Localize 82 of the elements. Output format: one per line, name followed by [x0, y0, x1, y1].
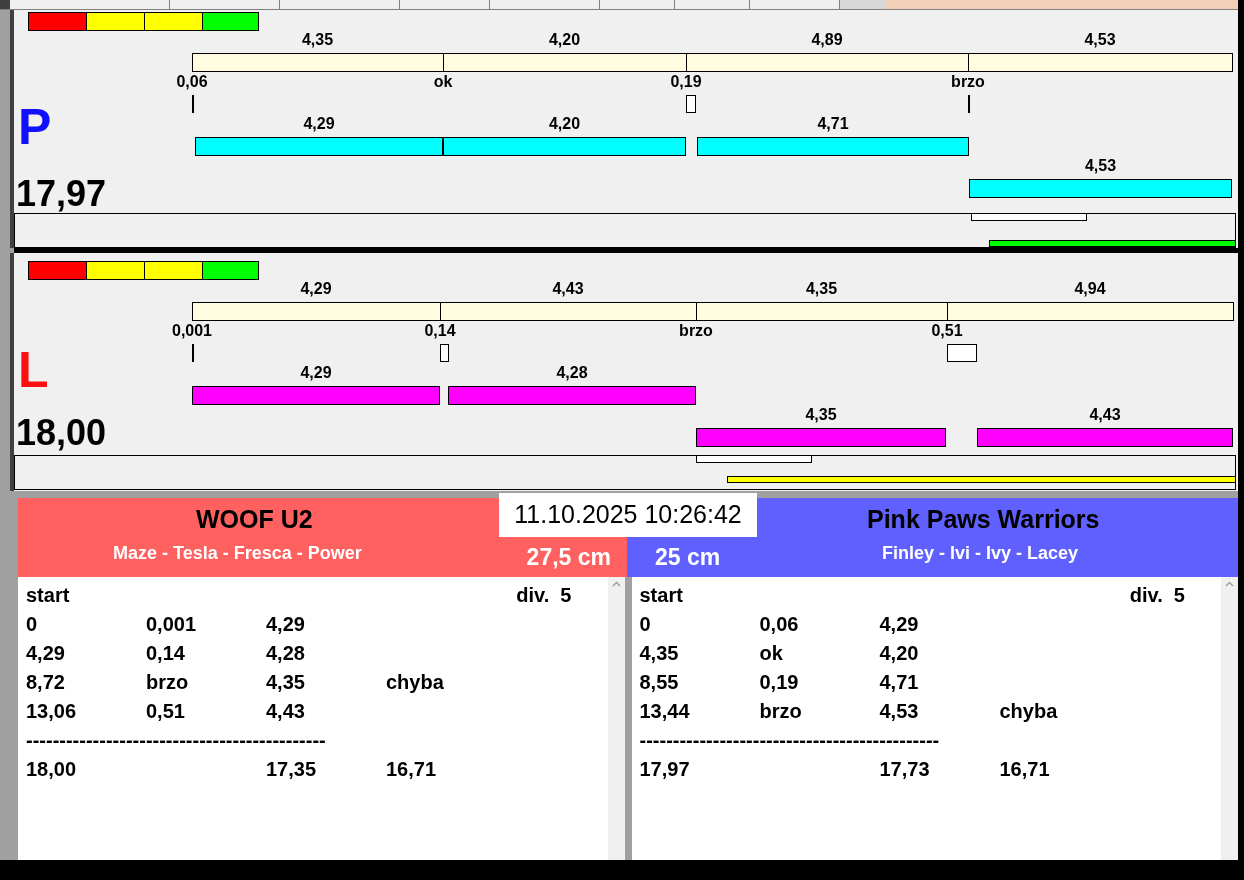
result-cell: 17,97 — [639, 758, 690, 780]
scroll-up-icon[interactable] — [1225, 581, 1234, 587]
segment-mark: 0,19 — [670, 74, 702, 90]
run-time: 4,71 — [817, 116, 849, 132]
segment-mark: 0,001 — [172, 323, 212, 339]
segment-mark: brzo — [951, 74, 985, 90]
scroll-up-icon[interactable] — [611, 581, 621, 587]
result-cell: 13,44 — [639, 700, 690, 722]
result-cell: 0 — [26, 613, 38, 635]
team-dogs: Finley - Ivi - Ivy - Lacey — [882, 542, 1079, 565]
result-cell: 4,43 — [266, 700, 305, 722]
result-cell: 0,06 — [759, 613, 799, 635]
window-edge — [0, 0, 10, 9]
result-cell: 13,06 — [26, 700, 77, 722]
result-cell: 4,29 — [266, 613, 305, 635]
segment-mark: 0,06 — [176, 74, 208, 90]
result-cell: chyba — [386, 671, 444, 693]
result-cell: 17,73 — [879, 758, 930, 780]
timestamp: 11.10.2025 10:26:42 — [499, 493, 757, 537]
segment-time: 4,94 — [1074, 281, 1106, 297]
result-cell: 18,00 — [26, 758, 77, 780]
result-cell: 4,53 — [879, 700, 919, 722]
result-cell: 0,14 — [146, 642, 185, 664]
team-height: 25 cm — [655, 543, 721, 572]
result-cell: 0,19 — [759, 671, 799, 693]
result-cell: brzo — [146, 671, 189, 693]
segment-time: 4,43 — [552, 281, 584, 297]
result-cell: 4,35 — [266, 671, 305, 693]
result-cell: 16,71 — [999, 758, 1050, 780]
result-cell: 16,71 — [386, 758, 437, 780]
segment-time: 4,89 — [811, 32, 843, 48]
result-cell: --------------------------------------------- — [26, 729, 326, 751]
segment-time: 4,20 — [548, 32, 581, 48]
result-cell: 4,20 — [879, 642, 919, 664]
run-time: 4,29 — [300, 365, 332, 381]
result-cell: 0,51 — [146, 700, 185, 722]
division-label: div. 5 — [516, 583, 572, 608]
segment-time: 4,35 — [805, 281, 838, 297]
result-cell: --------------------------------------------- — [639, 729, 940, 751]
result-cell: brzo — [759, 700, 802, 722]
start-label: start — [639, 583, 683, 608]
segment-time: 4,53 — [1084, 32, 1116, 48]
result-cell: 4,28 — [266, 642, 305, 664]
segment-mark: brzo — [679, 323, 713, 339]
lane-total: 18,00 — [16, 415, 107, 451]
run-time: 4,29 — [303, 116, 335, 132]
segment-time: 4,29 — [300, 281, 332, 297]
lane-letter: P — [18, 102, 52, 152]
tick-marker — [192, 95, 194, 113]
run-time: 4,35 — [805, 407, 837, 423]
segment-mark: 0,51 — [931, 323, 963, 339]
result-cell: chyba — [999, 700, 1058, 722]
lane-letter: L — [18, 345, 49, 395]
start-label: start — [26, 583, 70, 608]
tick-marker — [947, 344, 977, 362]
result-cell: 17,35 — [266, 758, 317, 780]
run-time: 4,43 — [1089, 407, 1121, 423]
team-height: 27,5 cm — [526, 543, 611, 572]
segment-time: 4,35 — [301, 32, 334, 48]
result-cell: 4,35 — [639, 642, 679, 664]
team-dogs: Maze - Tesla - Fresca - Power — [113, 542, 362, 565]
team-name: Pink Paws Warriors — [867, 504, 1100, 535]
result-cell: 8,55 — [639, 671, 679, 693]
tick-marker — [440, 344, 449, 362]
tick-marker — [686, 95, 696, 113]
tick-marker — [968, 95, 970, 113]
division-label: div. 5 — [1129, 583, 1185, 608]
lane-total: 17,97 — [16, 176, 107, 212]
result-cell: 4,29 — [879, 613, 919, 635]
result-cell: 0 — [639, 613, 651, 635]
tick-marker — [192, 344, 194, 362]
run-time: 4,20 — [548, 116, 581, 132]
result-cell: 0,001 — [146, 613, 197, 635]
result-cell: 4,71 — [879, 671, 919, 693]
result-cell: ok — [759, 642, 783, 664]
run-time: 4,28 — [556, 365, 588, 381]
run-time: 4,53 — [1084, 158, 1117, 174]
segment-mark: ok — [433, 74, 453, 90]
result-cell: 8,72 — [26, 671, 65, 693]
team-name: WOOF U2 — [196, 504, 313, 535]
segment-mark: 0,14 — [424, 323, 456, 339]
result-cell: 4,29 — [26, 642, 65, 664]
